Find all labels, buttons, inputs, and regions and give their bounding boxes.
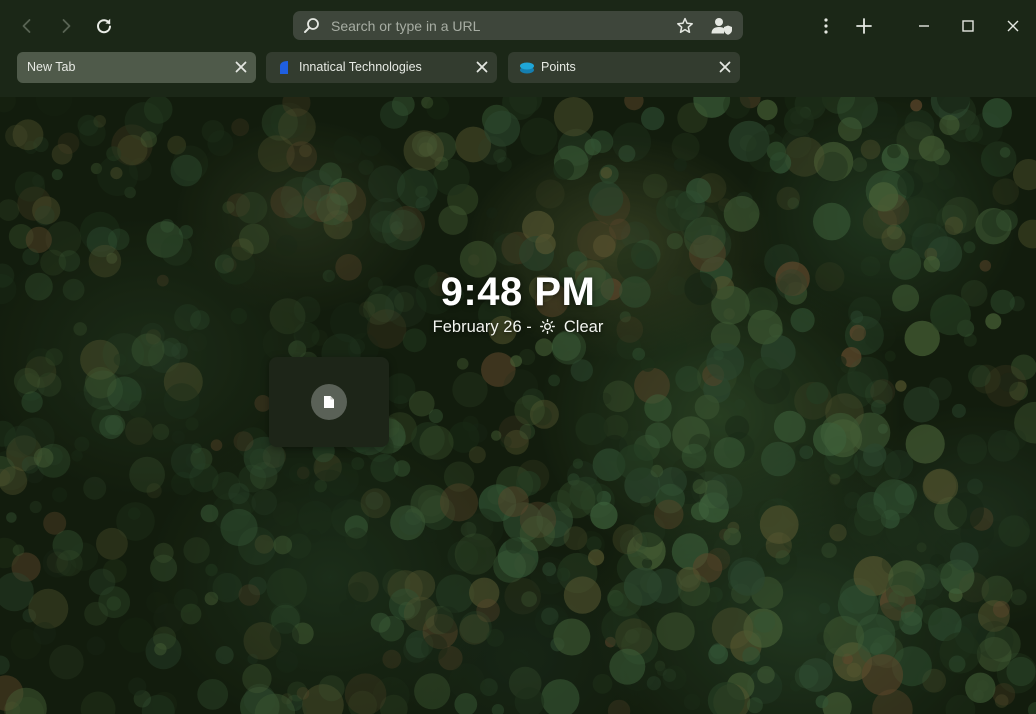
shortcut-icon-circle <box>311 384 347 420</box>
tab-close-icon[interactable] <box>475 60 489 74</box>
arrow-left-icon <box>22 19 31 33</box>
close-window-button[interactable] <box>998 11 1028 41</box>
forward-button[interactable] <box>51 11 81 41</box>
address-bar[interactable] <box>293 11 743 40</box>
minimize-icon <box>919 25 929 27</box>
date-text: February 26 - <box>432 318 532 336</box>
arrow-right-icon <box>62 19 71 33</box>
date-weather-line: February 26 - Clear <box>0 318 1036 337</box>
maximize-button[interactable] <box>953 11 983 41</box>
minimize-button[interactable] <box>909 11 939 41</box>
url-input[interactable] <box>331 11 661 40</box>
tab-close-icon[interactable] <box>718 60 732 74</box>
search-icon <box>304 18 319 33</box>
weather-text: Clear <box>563 318 604 336</box>
tab-label: New Tab <box>27 60 76 74</box>
tab-close-icon[interactable] <box>234 60 248 74</box>
tab-innatical-technologies[interactable]: Innatical Technologies <box>266 52 497 83</box>
tab-label: Innatical Technologies <box>299 60 422 74</box>
profile-shield-icon[interactable] <box>711 16 733 36</box>
maximize-icon <box>962 20 974 32</box>
tab-points[interactable]: Points <box>508 52 740 83</box>
sun-icon <box>540 319 556 334</box>
document-icon <box>324 396 334 408</box>
reload-icon <box>97 18 111 34</box>
close-icon <box>1007 20 1019 32</box>
tab-new-tab[interactable]: New Tab <box>17 52 256 83</box>
clock-time: 9:48 PM <box>440 270 596 314</box>
reload-button[interactable] <box>89 11 119 41</box>
more-vertical-icon <box>824 18 828 34</box>
browser-toolbar: New Tab Innatical Technologies Points <box>0 0 1036 97</box>
new-tab-button[interactable] <box>849 11 879 41</box>
points-logo-icon <box>520 62 534 74</box>
new-tab-page: 9:48 PM February 26 - Clear <box>0 97 1036 714</box>
forest-background-image <box>0 97 1036 714</box>
browser-window: New Tab Innatical Technologies Points <box>0 0 1036 714</box>
shortcut-tile[interactable] <box>269 357 389 447</box>
menu-button[interactable] <box>811 11 841 41</box>
bookmark-star-icon[interactable] <box>676 17 694 35</box>
innatical-logo-icon <box>280 61 288 74</box>
plus-icon <box>856 18 872 34</box>
back-button[interactable] <box>12 11 42 41</box>
tab-label: Points <box>541 60 576 74</box>
